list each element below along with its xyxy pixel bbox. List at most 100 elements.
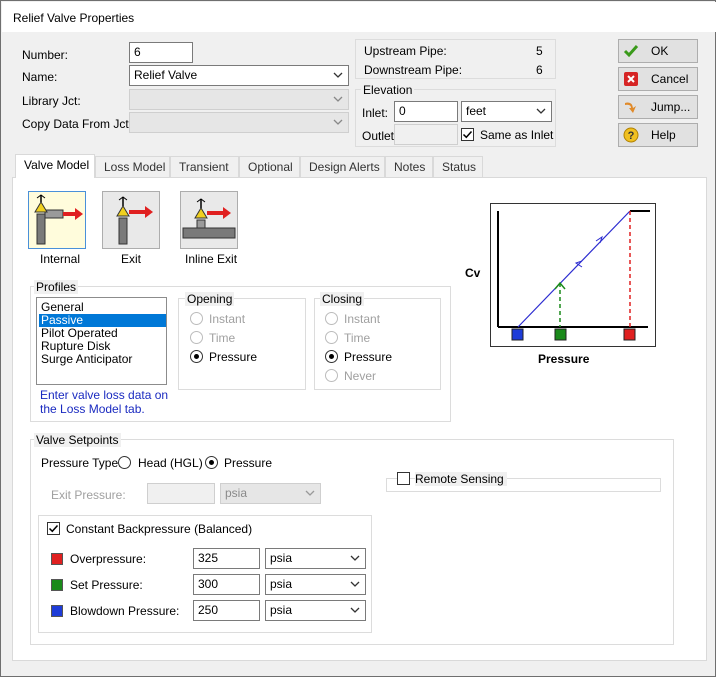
constant-backpressure-checkbox[interactable] [47, 522, 60, 535]
ok-label: OK [651, 44, 669, 58]
blowdown-color-swatch [51, 605, 63, 617]
closing-time-label: Time [344, 331, 371, 345]
blowdown-pressure-field[interactable]: 250 [193, 600, 260, 621]
graph-x-label: Pressure [538, 352, 590, 366]
inlet-unit-dropdown[interactable]: feet [461, 101, 552, 122]
tab-design-alerts[interactable]: Design Alerts [300, 156, 385, 177]
closing-never-radio[interactable] [325, 369, 338, 382]
internal-valve-icon [34, 194, 83, 245]
ok-button[interactable]: OK [618, 39, 698, 63]
blowdown-marker [511, 328, 524, 341]
overpressure-color-swatch [51, 553, 63, 565]
overpressure-field[interactable]: 325 [193, 548, 260, 569]
tab-loss-model[interactable]: Loss Model [95, 156, 170, 177]
tab-valve-model[interactable]: Valve Model [15, 154, 95, 178]
help-icon: ? [623, 127, 639, 143]
set-pressure-field[interactable]: 300 [193, 574, 260, 595]
copy-data-dropdown[interactable] [129, 112, 349, 133]
exit-pressure-unit-dropdown[interactable]: psia [220, 483, 321, 504]
jump-button[interactable]: Jump... [618, 95, 698, 119]
pressure-type-pressure-label: Pressure [224, 456, 273, 470]
valve-type-inline-exit-button[interactable] [180, 191, 238, 249]
valve-type-inline-exit-label: Inline Exit [185, 252, 238, 266]
valve-type-internal-button[interactable] [28, 191, 86, 249]
tab-label: Notes [394, 160, 426, 174]
chevron-down-icon [536, 108, 546, 114]
pressure-type-pressure-radio[interactable] [205, 456, 218, 469]
opening-instant-label: Instant [209, 312, 246, 326]
exit-pressure-label: Exit Pressure: [51, 488, 126, 502]
cancel-button[interactable]: Cancel [618, 67, 698, 91]
tab-optional[interactable]: Optional [239, 156, 300, 177]
valve-setpoints-title: Valve Setpoints [34, 433, 121, 447]
library-jct-dropdown[interactable] [129, 89, 349, 110]
tab-label: Design Alerts [309, 160, 380, 174]
exit-pressure-field[interactable] [147, 483, 215, 504]
closing-never-label: Never [344, 369, 377, 383]
closing-pressure-radio[interactable] [325, 350, 338, 363]
same-as-inlet-checkbox[interactable] [461, 128, 474, 141]
number-field[interactable]: 6 [129, 42, 193, 63]
tab-notes[interactable]: Notes [385, 156, 433, 177]
chevron-down-icon [350, 581, 360, 587]
name-dropdown[interactable]: Relief Valve [129, 65, 349, 86]
name-label: Name: [22, 70, 58, 84]
valve-type-internal-label: Internal [40, 252, 81, 266]
overpressure-label: Overpressure: [70, 552, 147, 566]
opening-pressure-radio[interactable] [190, 350, 203, 363]
chevron-down-icon [350, 607, 360, 613]
opening-title: Opening [185, 292, 235, 306]
pressure-type-label: Pressure Type: [41, 456, 122, 470]
remote-sensing-checkbox[interactable] [397, 472, 410, 485]
same-as-inlet-label: Same as Inlet [480, 128, 554, 142]
help-button[interactable]: ? Help [618, 123, 698, 147]
copy-data-label: Copy Data From Jct... [22, 117, 139, 131]
close-icon [624, 72, 638, 86]
closing-time-radio[interactable] [325, 331, 338, 344]
title-bar: Relief Valve Properties [2, 2, 716, 32]
opening-time-radio[interactable] [190, 331, 203, 344]
inlet-label: Inlet: [362, 106, 389, 120]
chevron-down-icon [333, 119, 343, 125]
closing-title: Closing [320, 292, 365, 306]
tab-label: Valve Model [24, 158, 90, 172]
tab-status[interactable]: Status [433, 156, 483, 177]
svg-text:?: ? [628, 130, 635, 142]
checkmark-icon [462, 130, 473, 139]
tab-label: Transient [179, 160, 229, 174]
pressure-type-head-radio[interactable] [118, 456, 131, 469]
overpressure-unit-dropdown[interactable]: psia [265, 548, 366, 569]
profiles-list[interactable]: General Passive Pilot Operated Rupture D… [36, 297, 167, 385]
name-value: Relief Valve [134, 68, 198, 82]
elevation-title: Elevation [361, 83, 415, 97]
set-marker [554, 328, 567, 341]
set-pressure-unit-dropdown[interactable]: psia [265, 574, 366, 595]
tab-label: Status [442, 160, 477, 174]
inlet-field[interactable]: 0 [394, 101, 458, 122]
checkmark-icon [48, 524, 59, 533]
closing-instant-radio[interactable] [325, 312, 338, 325]
radio-dot [209, 460, 214, 465]
list-item[interactable]: Surge Anticipator [39, 353, 166, 366]
closing-instant-label: Instant [344, 312, 381, 326]
outlet-field[interactable] [394, 124, 458, 145]
library-jct-label: Library Jct: [22, 94, 81, 108]
inline-exit-valve-icon [182, 198, 236, 239]
jump-arrow-icon [625, 102, 636, 113]
checkmark-icon [623, 45, 639, 58]
number-label: Number: [22, 48, 69, 62]
tab-transient[interactable]: Transient [170, 156, 239, 177]
inlet-unit-value: feet [466, 104, 487, 118]
opening-instant-radio[interactable] [190, 312, 203, 325]
graph-y-label: Cv [465, 266, 481, 280]
chevron-down-icon [333, 96, 343, 102]
downstream-pipe-value: 6 [536, 63, 543, 77]
upstream-pipe-label: Upstream Pipe: [364, 44, 447, 58]
overpressure-unit-value: psia [270, 551, 293, 565]
overpressure-marker [623, 328, 636, 341]
valve-type-exit-label: Exit [121, 252, 142, 266]
set-pressure-label: Set Pressure: [70, 578, 143, 592]
blowdown-pressure-unit-dropdown[interactable]: psia [265, 600, 366, 621]
upstream-pipe-value: 5 [536, 44, 543, 58]
valve-type-exit-button[interactable] [102, 191, 160, 249]
